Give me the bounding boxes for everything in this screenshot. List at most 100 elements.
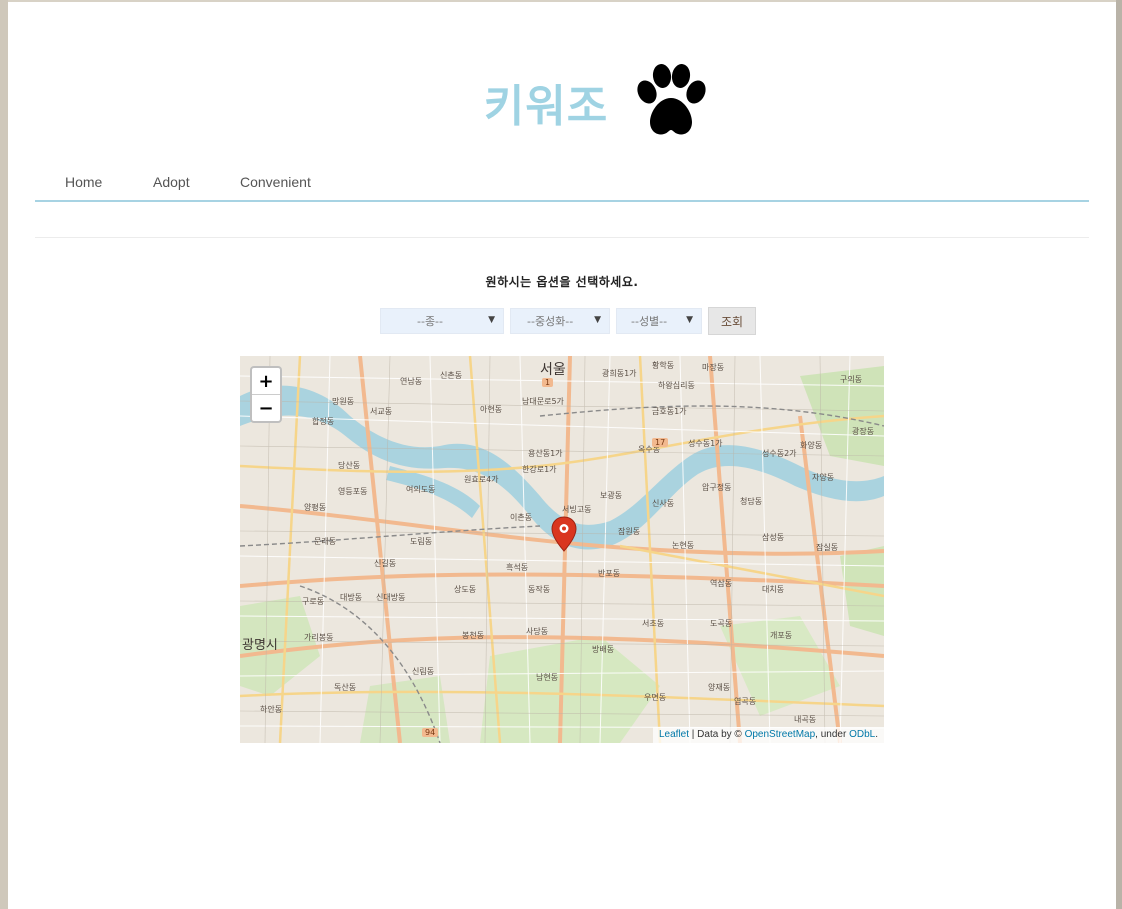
- map-label: 동작동: [528, 585, 551, 594]
- map-label: 연남동: [400, 377, 423, 386]
- paw-icon: [637, 64, 706, 135]
- map-label: 마장동: [702, 363, 725, 372]
- brand-title: 키워조: [483, 81, 609, 132]
- dropdown-arrow-icon: ▼: [686, 315, 693, 325]
- attribution-text: , under: [815, 729, 850, 740]
- road-badge: 1: [542, 378, 554, 387]
- map-label: 망원동: [332, 397, 355, 406]
- map-label: 내곡동: [794, 715, 817, 724]
- map-label: 잠실동: [816, 543, 839, 552]
- map-label: 반포동: [598, 569, 621, 578]
- openstreetmap-link[interactable]: OpenStreetMap: [745, 729, 816, 740]
- map-label: 화양동: [800, 441, 823, 450]
- map-label: 원효로4가: [464, 475, 499, 484]
- neutered-select-value: --중성화--: [527, 315, 574, 328]
- map-label: 영등포동: [338, 487, 368, 496]
- map-label: 황학동: [652, 361, 675, 370]
- window-right-edge: [1116, 0, 1122, 909]
- map-label: 대치동: [762, 585, 785, 594]
- map-label: 사당동: [526, 627, 549, 636]
- map-label: 하왕십리동: [658, 381, 695, 390]
- page: 키워조 Home Adopt Convenient 원하시는 옵션을 선택하세요…: [8, 2, 1116, 909]
- map-label: 서빙고동: [562, 505, 592, 514]
- map-label: 역삼동: [710, 579, 733, 588]
- map-label: 광명시: [242, 638, 278, 653]
- zoom-in-button[interactable]: +: [252, 368, 280, 395]
- search-button[interactable]: 조회: [708, 307, 756, 335]
- zoom-out-button[interactable]: −: [252, 395, 280, 421]
- map-label: 금호동1가: [652, 407, 687, 416]
- map-label: 이촌동: [510, 513, 533, 522]
- map-label: 신촌동: [440, 371, 463, 380]
- map-label: 서교동: [370, 407, 393, 416]
- map-label: 신림동: [412, 667, 435, 676]
- sex-select[interactable]: --성별-- ▼: [616, 308, 702, 334]
- attribution-text: .: [875, 729, 878, 740]
- main-nav: Home Adopt Convenient: [35, 174, 1089, 202]
- map-label: 신길동: [374, 559, 397, 568]
- map-marker-icon[interactable]: [551, 516, 577, 552]
- map-label: 아현동: [480, 405, 503, 414]
- options-prompt: 원하시는 옵션을 선택하세요.: [485, 275, 639, 289]
- map-label: 가리봉동: [304, 633, 334, 642]
- map-label: 합정동: [312, 417, 335, 426]
- dropdown-arrow-icon: ▼: [594, 315, 601, 325]
- dropdown-arrow-icon: ▼: [488, 315, 495, 325]
- map-label: 개포동: [770, 631, 793, 640]
- road-badge: 94: [422, 728, 439, 737]
- map-label: 우면동: [644, 693, 667, 702]
- filter-bar: --종-- ▼ --중성화-- ▼ --성별-- ▼ 조회: [380, 307, 756, 335]
- map-label: 한강로1가: [522, 465, 557, 474]
- map-label: 광희동1가: [602, 369, 637, 378]
- map-label: 하안동: [260, 705, 283, 714]
- map-label: 도곡동: [710, 619, 733, 628]
- window-left-edge: [0, 0, 8, 909]
- map-label: 성수동2가: [762, 449, 797, 458]
- map-label: 여의도동: [406, 485, 436, 494]
- map-label: 양재동: [708, 683, 731, 692]
- map-label: 서초동: [642, 619, 665, 628]
- map-label: 염곡동: [734, 697, 757, 706]
- map-label: 봉천동: [462, 631, 485, 640]
- map[interactable]: 서울 광명시 신촌동 연남동 망원동 서교동 합정동 아현동 남대문로5가 광희…: [240, 356, 884, 743]
- sex-select-value: --성별--: [631, 315, 668, 328]
- map-label: 양평동: [304, 503, 327, 512]
- leaflet-link[interactable]: Leaflet: [659, 729, 689, 740]
- map-attribution: Leaflet | Data by © OpenStreetMap, under…: [652, 727, 884, 743]
- map-label: 도림동: [410, 537, 433, 546]
- map-label: 잠원동: [618, 527, 641, 536]
- species-select-value: --종--: [417, 315, 443, 328]
- nav-home[interactable]: Home: [65, 174, 102, 190]
- map-label: 서울: [540, 362, 566, 378]
- attribution-text: | Data by ©: [689, 729, 745, 740]
- map-label: 흑석동: [506, 563, 529, 572]
- road-badge: 17: [652, 438, 669, 447]
- map-label: 용산동1가: [528, 449, 563, 458]
- map-label: 압구정동: [702, 483, 732, 492]
- map-label: 방배동: [592, 645, 615, 654]
- map-label: 남대문로5가: [522, 397, 564, 406]
- map-label: 성수동1가: [688, 439, 723, 448]
- map-label: 구로동: [302, 597, 325, 606]
- neutered-select[interactable]: --중성화-- ▼: [510, 308, 610, 334]
- map-label: 논현동: [672, 541, 695, 550]
- map-label: 보광동: [600, 491, 623, 500]
- map-label: 광장동: [852, 427, 875, 436]
- species-select[interactable]: --종-- ▼: [380, 308, 504, 334]
- map-label: 삼성동: [762, 533, 785, 542]
- map-label: 독산동: [334, 683, 357, 692]
- map-label: 당산동: [338, 461, 361, 470]
- map-label: 자양동: [812, 473, 835, 482]
- map-label: 신대방동: [376, 593, 406, 602]
- map-label: 남현동: [536, 673, 559, 682]
- map-label: 대방동: [340, 593, 363, 602]
- map-label: 상도동: [454, 585, 477, 594]
- map-label: 문래동: [314, 537, 337, 546]
- map-label: 구의동: [840, 375, 863, 384]
- nav-adopt[interactable]: Adopt: [153, 174, 190, 190]
- site-logo[interactable]: 키워조: [8, 64, 1116, 140]
- zoom-control: + −: [250, 366, 282, 423]
- map-label: 신사동: [652, 499, 675, 508]
- odbl-link[interactable]: ODbL: [849, 729, 875, 740]
- nav-convenient[interactable]: Convenient: [240, 174, 311, 190]
